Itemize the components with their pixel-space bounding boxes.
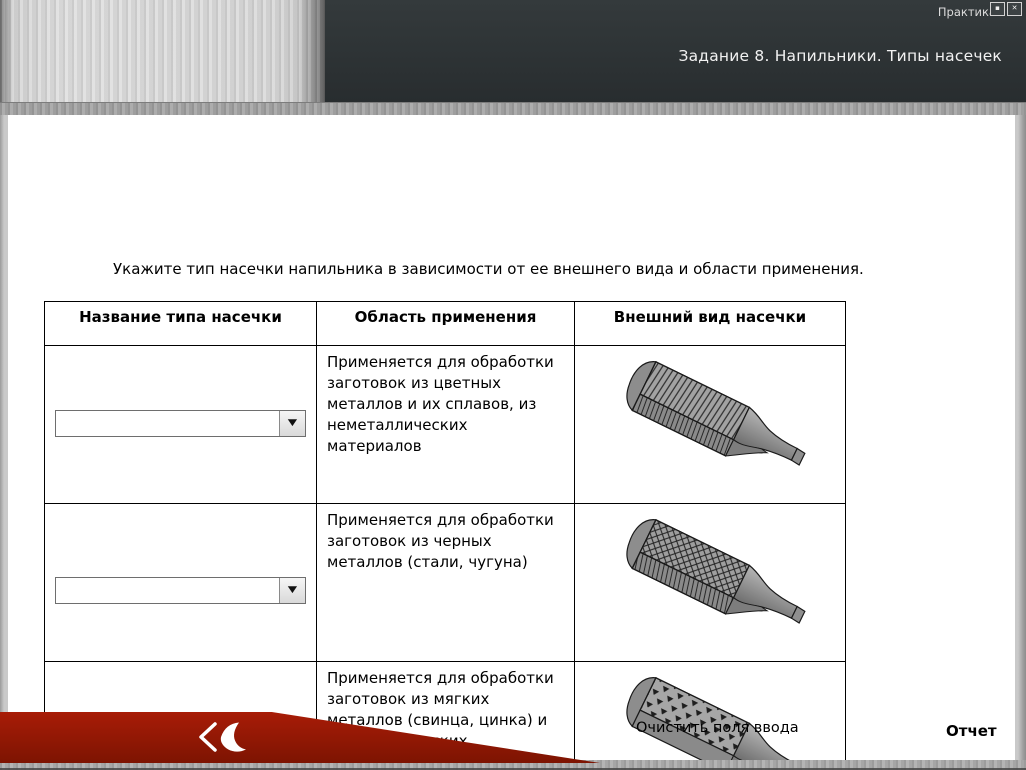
- file-single-cut-image: [608, 352, 813, 486]
- report-button[interactable]: Отчет: [946, 722, 997, 740]
- window-controls: ▪ ✕: [990, 2, 1022, 16]
- app-window: Практика ▪ ✕ Задание 8. Напильники. Типы…: [0, 0, 1026, 770]
- titlebar-left-panel: [0, 0, 325, 102]
- close-icon[interactable]: ✕: [1007, 2, 1022, 16]
- notch-type-dropdown-1[interactable]: ▼: [55, 410, 306, 437]
- titlebar: Практика ▪ ✕ Задание 8. Напильники. Типы…: [325, 0, 1026, 102]
- combo-dropdown-button-2[interactable]: ▼: [279, 578, 305, 603]
- back-arrow-icon[interactable]: [196, 720, 250, 756]
- combo-dropdown-button-1[interactable]: ▼: [279, 411, 305, 436]
- appearance-cell-2: [575, 504, 846, 662]
- appearance-cell-1: [575, 346, 846, 504]
- combo-field-2[interactable]: [58, 580, 277, 601]
- notch-type-dropdown-2[interactable]: ▼: [55, 577, 306, 604]
- table-row: ▼ Применяется для обработки заготовок из…: [45, 504, 846, 662]
- appearance-cell-3: [575, 662, 846, 770]
- combo-field-1[interactable]: [58, 413, 277, 434]
- table-row: ▼ Применяется для обработки заготовок из…: [45, 346, 846, 504]
- application-cell-1: Применяется для обработки заготовок из ц…: [317, 346, 575, 504]
- content-area: Укажите тип насечки напильника в зависим…: [8, 115, 1015, 760]
- instruction-text: Укажите тип насечки напильника в зависим…: [113, 260, 864, 278]
- caret-down-icon: ▼: [288, 580, 297, 601]
- caret-down-icon: ▼: [288, 413, 297, 434]
- titlebar-bottom-strip: [0, 102, 1026, 115]
- clear-fields-button[interactable]: Очистить поля ввода: [636, 720, 799, 736]
- task-table: Название типа насечки Область применения…: [44, 301, 846, 770]
- notch-type-cell-2: ▼: [45, 504, 317, 662]
- application-cell-2: Применяется для обработки заготовок из ч…: [317, 504, 575, 662]
- file-rasp-cut-image: [608, 668, 813, 770]
- file-double-cut-image: [608, 510, 813, 644]
- column-header-appearance: Внешний вид насечки: [575, 302, 846, 346]
- column-header-application: Область применения: [317, 302, 575, 346]
- column-header-notch-type: Название типа насечки: [45, 302, 317, 346]
- table-header-row: Название типа насечки Область применения…: [45, 302, 846, 346]
- minimize-icon[interactable]: ▪: [990, 2, 1005, 16]
- notch-type-cell-1: ▼: [45, 346, 317, 504]
- page-title: Задание 8. Напильники. Типы насечек: [678, 47, 1002, 65]
- app-label: Практика: [938, 5, 996, 19]
